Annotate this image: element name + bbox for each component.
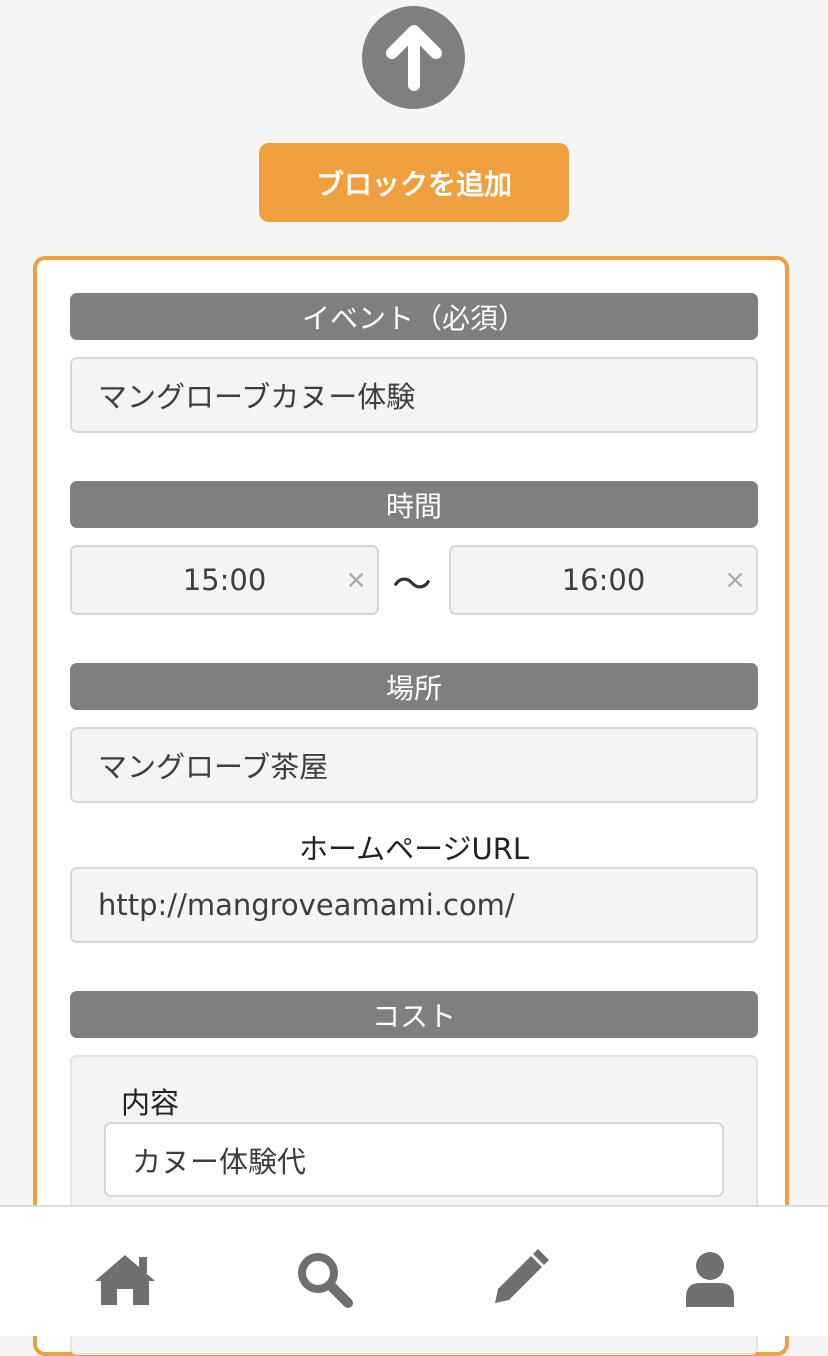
- event-input[interactable]: マングローブカヌー体験: [70, 357, 758, 433]
- cost-content-input[interactable]: カヌー体験代: [104, 1122, 724, 1197]
- time-range-separator: 〜: [392, 562, 432, 608]
- add-block-button[interactable]: ブロックを追加: [259, 143, 569, 222]
- event-section-label: イベント（必須）: [70, 293, 758, 340]
- scroll-up-button[interactable]: [362, 6, 465, 109]
- cost-content-label: 内容: [121, 1086, 180, 1120]
- clear-end-time-icon[interactable]: ×: [724, 565, 746, 595]
- time-section-label: 時間: [70, 481, 758, 528]
- place-input[interactable]: マングローブ茶屋: [70, 727, 758, 803]
- home-icon: [95, 1255, 155, 1305]
- end-time-input[interactable]: 16:00 ×: [449, 545, 758, 615]
- place-section-label: 場所: [70, 663, 758, 710]
- cost-section-label: コスト: [70, 991, 758, 1038]
- start-time-value: 15:00: [182, 563, 267, 597]
- bottom-navigation: [0, 1205, 828, 1336]
- nav-profile[interactable]: [678, 1247, 742, 1311]
- homepage-url-input[interactable]: http://mangroveamami.com/: [70, 867, 758, 943]
- user-icon: [686, 1252, 734, 1307]
- arrow-up-icon: [385, 24, 442, 91]
- pencil-icon: [495, 1249, 549, 1303]
- clear-start-time-icon[interactable]: ×: [345, 565, 367, 595]
- nav-search[interactable]: [292, 1247, 356, 1311]
- search-icon: [298, 1253, 353, 1308]
- end-time-value: 16:00: [561, 563, 646, 597]
- nav-home[interactable]: [93, 1247, 157, 1311]
- homepage-url-label: ホームページURL: [298, 832, 530, 866]
- start-time-input[interactable]: 15:00 ×: [70, 545, 379, 615]
- nav-edit[interactable]: [487, 1247, 551, 1311]
